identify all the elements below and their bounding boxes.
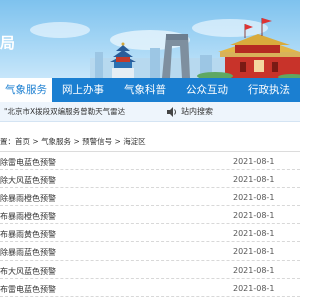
header-banner: 局: [0, 0, 300, 78]
list-item[interactable]: 除大风蓝色预警 2021-08-1: [0, 170, 300, 189]
list-item-title[interactable]: 布暴雨黄色预警: [0, 229, 190, 240]
list-item-date: 2021-08-1: [233, 229, 275, 239]
breadcrumb-weather-service[interactable]: 气象服务: [41, 137, 71, 146]
list-item[interactable]: 布雷电蓝色预警 2021-08-1: [0, 279, 300, 297]
warning-list: 除雷电蓝色预警 2021-08-1 除大风蓝色预警 2021-08-1 除暴雨橙…: [0, 152, 300, 297]
list-item-date: 2021-08-1: [233, 211, 275, 221]
breadcrumb-prefix: 置：: [0, 137, 15, 146]
site-logo[interactable]: 局: [0, 36, 16, 51]
news-ticker-bar: "北京市X拨段双编服务曾勒天气雷达 站内搜索: [0, 102, 300, 122]
skyline-illustration: [30, 18, 300, 78]
list-item[interactable]: 除雷电蓝色预警 2021-08-1: [0, 152, 300, 171]
breadcrumb-home[interactable]: 首页: [15, 137, 30, 146]
list-item-date: 2021-08-1: [233, 193, 275, 203]
nav-item-science[interactable]: 气象科普: [114, 78, 176, 102]
list-item[interactable]: 除暴雨橙色预警 2021-08-1: [0, 188, 300, 207]
list-item-date: 2021-08-1: [233, 175, 275, 185]
site-search-button[interactable]: 站内搜索: [166, 106, 213, 118]
list-item-date: 2021-08-1: [233, 265, 275, 275]
list-item[interactable]: 布暴雨黄色预警 2021-08-1: [0, 224, 300, 243]
list-item-date: 2021-08-1: [233, 247, 275, 257]
nav-item-interaction[interactable]: 公众互动: [176, 78, 238, 102]
list-item[interactable]: 布大风蓝色预警 2021-08-1: [0, 261, 300, 279]
list-item-title[interactable]: 除暴雨橙色预警: [0, 193, 190, 204]
list-item[interactable]: 布暴雨橙色预警 2021-08-1: [0, 206, 300, 225]
breadcrumb: 置：首页 > 气象服务 > 预警信号 > 海淀区: [0, 136, 300, 150]
site-search-label: 站内搜索: [181, 107, 213, 116]
main-nav: 气象服务 网上办事 气象科普 公众互动 行政执法: [0, 78, 300, 102]
nav-item-law-enforcement[interactable]: 行政执法: [238, 78, 300, 102]
news-ticker-text[interactable]: "北京市X拨段双编服务曾勒天气雷达: [0, 106, 150, 117]
nav-item-online-service[interactable]: 网上办事: [52, 78, 114, 102]
list-item-date: 2021-08-1: [233, 283, 275, 293]
breadcrumb-warning-signals[interactable]: 预警信号: [82, 137, 112, 146]
list-item-title[interactable]: 除雷电蓝色预警: [0, 157, 190, 168]
list-item-title[interactable]: 布大风蓝色预警: [0, 266, 190, 277]
breadcrumb-separator: >: [71, 137, 83, 146]
list-item-title[interactable]: 布雷电蓝色预警: [0, 284, 190, 295]
list-item-date: 2021-08-1: [233, 157, 275, 166]
speaker-icon: [167, 106, 176, 117]
list-item-title[interactable]: 布暴雨橙色预警: [0, 211, 190, 222]
list-item[interactable]: 除暴雨蓝色预警 2021-08-1: [0, 242, 300, 261]
breadcrumb-separator: >: [30, 137, 42, 146]
breadcrumb-separator: >: [112, 137, 124, 146]
list-item-title[interactable]: 除暴雨蓝色预警: [0, 247, 190, 258]
breadcrumb-haidian[interactable]: 海淀区: [123, 137, 146, 146]
nav-item-weather-service[interactable]: 气象服务: [0, 78, 52, 102]
list-item-title[interactable]: 除大风蓝色预警: [0, 175, 190, 186]
